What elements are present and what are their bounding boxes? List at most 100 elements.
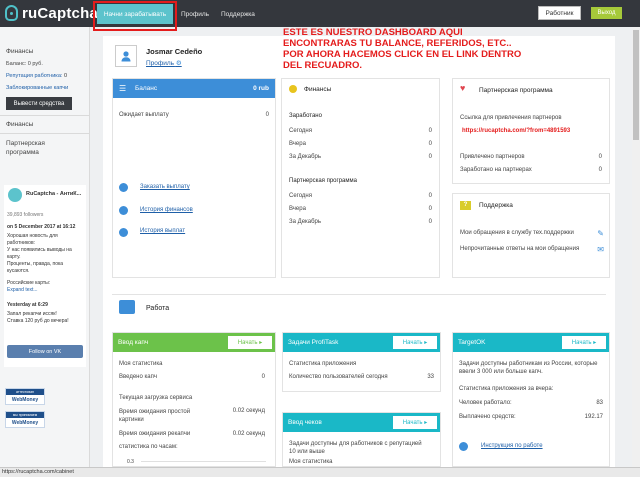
support-card: ? Поддержка Мои обращения в службу тех.п… xyxy=(452,193,610,278)
scroll-thumb[interactable] xyxy=(633,30,639,140)
ref-link[interactable]: https://rucaptcha.com/?from=4891593 xyxy=(462,128,570,134)
row-label: Сегодня xyxy=(289,193,312,199)
row-value: 0 xyxy=(598,154,602,160)
webmoney-attested-badge[interactable]: аттестован WebMoney xyxy=(5,388,45,405)
row-value: 192.17 xyxy=(584,414,603,420)
row-label: Задачи доступны для работников с репутац… xyxy=(289,441,422,455)
finance-title: Финансы xyxy=(304,86,332,93)
row-label: Задачи доступны работникам из России, ко… xyxy=(459,361,598,375)
task-title: Ввод чеков xyxy=(288,419,322,426)
row-label: статистика по часам: xyxy=(119,444,178,450)
task-header: Ввод чеков Начать ▸ xyxy=(283,413,440,432)
nav-support[interactable]: Поддержка xyxy=(221,4,255,24)
row-value: 0 xyxy=(428,219,432,225)
row-label[interactable]: Мои обращения в службу тех.поддержки xyxy=(460,230,574,236)
row-label[interactable]: Непрочитанные ответы на мои обращения xyxy=(460,246,579,252)
logo[interactable]: ruCaptcha xyxy=(5,4,98,22)
task-card-profitask: Задачи ProfiTask Начать ▸ Статистика при… xyxy=(282,332,441,392)
row-value: 0 xyxy=(428,128,432,134)
row-label: За Декабрь xyxy=(289,154,322,160)
briefcase-icon xyxy=(119,300,135,314)
logo-icon xyxy=(5,5,18,21)
row-label: Привлечено партнеров xyxy=(460,154,525,160)
payouts-icon xyxy=(119,228,128,237)
sidebar-item-partner-line2[interactable]: программа xyxy=(6,149,39,156)
vk-expand-link[interactable]: Expand text... xyxy=(7,287,38,293)
work-title: Работа xyxy=(146,305,170,312)
start-button[interactable]: Начать ▸ xyxy=(228,336,272,349)
start-button[interactable]: Начать ▸ xyxy=(393,416,437,429)
exit-button[interactable]: Выход xyxy=(591,7,622,19)
partner-title: Партнерская программа xyxy=(479,87,553,94)
partner-earnings-title: Партнерская программа xyxy=(289,178,357,184)
main-content: Josmar Cedeño Профиль ⚙ ESTE ES NUESTRO … xyxy=(103,27,615,467)
vk-post-line: Ставка 120 руб до вечера! xyxy=(7,318,69,324)
row-label: Человек работало: xyxy=(459,400,512,406)
instruction-link[interactable]: Инструкция по работе xyxy=(481,443,543,449)
balance-title: Баланс xyxy=(135,85,158,92)
vk-avatar[interactable] xyxy=(8,188,22,202)
vk-follow-button[interactable]: Follow on VK xyxy=(7,345,83,358)
ticket-icon[interactable]: ✎ xyxy=(597,229,604,238)
withdraw-button[interactable]: Вывести средства xyxy=(6,97,72,110)
webmoney-accept-badge[interactable]: мы принимаем WebMoney xyxy=(5,411,45,428)
start-button[interactable]: Начать ▸ xyxy=(393,336,437,349)
payout-icon xyxy=(119,183,128,192)
row-label: Время ожидания простой картинки xyxy=(119,409,191,423)
support-title: Поддержка xyxy=(479,202,513,209)
finance-card: Финансы Заработано Сегодня 0 Вчера 0 За … xyxy=(281,78,440,278)
balance-card: ☰ Баланс 0 rub Ожидает выплату 0 Заказат… xyxy=(112,78,276,278)
row-value: 0.02 секунд xyxy=(232,431,265,437)
row-label: Выплачено средств: xyxy=(459,414,516,420)
handshake-icon: ♥ xyxy=(460,83,466,93)
status-bar-url: https://rucaptcha.com/cabinet xyxy=(0,467,640,477)
sidebar-blocked-captchas[interactable]: Заблокированные капчи xyxy=(6,85,68,91)
task-header: Задачи ProfiTask Начать ▸ xyxy=(283,333,440,352)
profile-link[interactable]: Профиль ⚙ xyxy=(146,59,182,67)
divider xyxy=(112,294,606,295)
top-navbar: ruCaptcha Начни зарабатывать Профиль Под… xyxy=(0,0,640,27)
worker-button[interactable]: Работник xyxy=(538,6,581,20)
row-value: 0.02 секунд xyxy=(232,408,265,414)
payout-history-link[interactable]: История выплат xyxy=(140,228,185,234)
sidebar-item-finance[interactable]: Финансы xyxy=(6,121,33,128)
nav-start-earning[interactable]: Начни зарабатывать xyxy=(97,4,173,24)
vk-post-line: кусаются. xyxy=(7,268,30,274)
sidebar-reputation[interactable]: Репутация работника: 0 xyxy=(6,73,67,79)
vk-post-line: Проценты, правда, пока xyxy=(7,261,64,267)
row-label: За Декабрь xyxy=(289,219,322,225)
divider xyxy=(0,115,90,116)
ref-link-label: Ссылка для привлечения партнеров xyxy=(460,115,562,121)
row-label: Заработано на партнерах xyxy=(460,167,532,173)
vk-post-line: У нас появились выводы на xyxy=(7,247,72,253)
row-value: 83 xyxy=(596,400,603,406)
sidebar-item-partner-line1[interactable]: Партнерская xyxy=(6,140,45,147)
chart-tick-label: 0.3 xyxy=(127,459,134,465)
pending-value: 0 xyxy=(265,112,269,118)
vk-group-name[interactable]: RuCaptcha - АнтиК... xyxy=(26,191,81,197)
scrollbar[interactable] xyxy=(632,27,640,467)
info-icon xyxy=(459,442,468,451)
database-icon: ☰ xyxy=(119,84,127,93)
row-label: Введено капч xyxy=(119,374,157,380)
nav-profile[interactable]: Профиль xyxy=(181,4,209,24)
chart-gridline xyxy=(141,461,266,462)
divider xyxy=(0,133,90,134)
row-value: 0 xyxy=(428,154,432,160)
row-label: Статистика приложения за вчера: xyxy=(459,386,554,392)
finance-history-link[interactable]: История финансов xyxy=(140,207,193,213)
vk-post-date: on 5 December 2017 at 16:12 xyxy=(7,224,76,230)
sidebar-finance-title: Финансы xyxy=(6,48,34,55)
gear-icon[interactable]: ⚙ xyxy=(176,60,182,67)
row-label: Время ожидания рекапчи xyxy=(119,431,191,437)
task-header: TargetOK Начать ▸ xyxy=(453,333,609,352)
vk-widget: RuCaptcha - АнтиК... 39,893 followers on… xyxy=(4,185,86,367)
start-button[interactable]: Начать ▸ xyxy=(562,336,606,349)
row-value: 0 xyxy=(428,141,432,147)
request-payout-link[interactable]: Заказать выплату xyxy=(140,184,190,190)
vk-post-line: работников: xyxy=(7,240,36,246)
vk-post-line: карту. xyxy=(7,254,21,260)
row-value: 33 xyxy=(427,374,434,380)
chat-icon[interactable]: ✉ xyxy=(597,245,604,254)
vk-followers: 39,893 followers xyxy=(7,212,44,218)
